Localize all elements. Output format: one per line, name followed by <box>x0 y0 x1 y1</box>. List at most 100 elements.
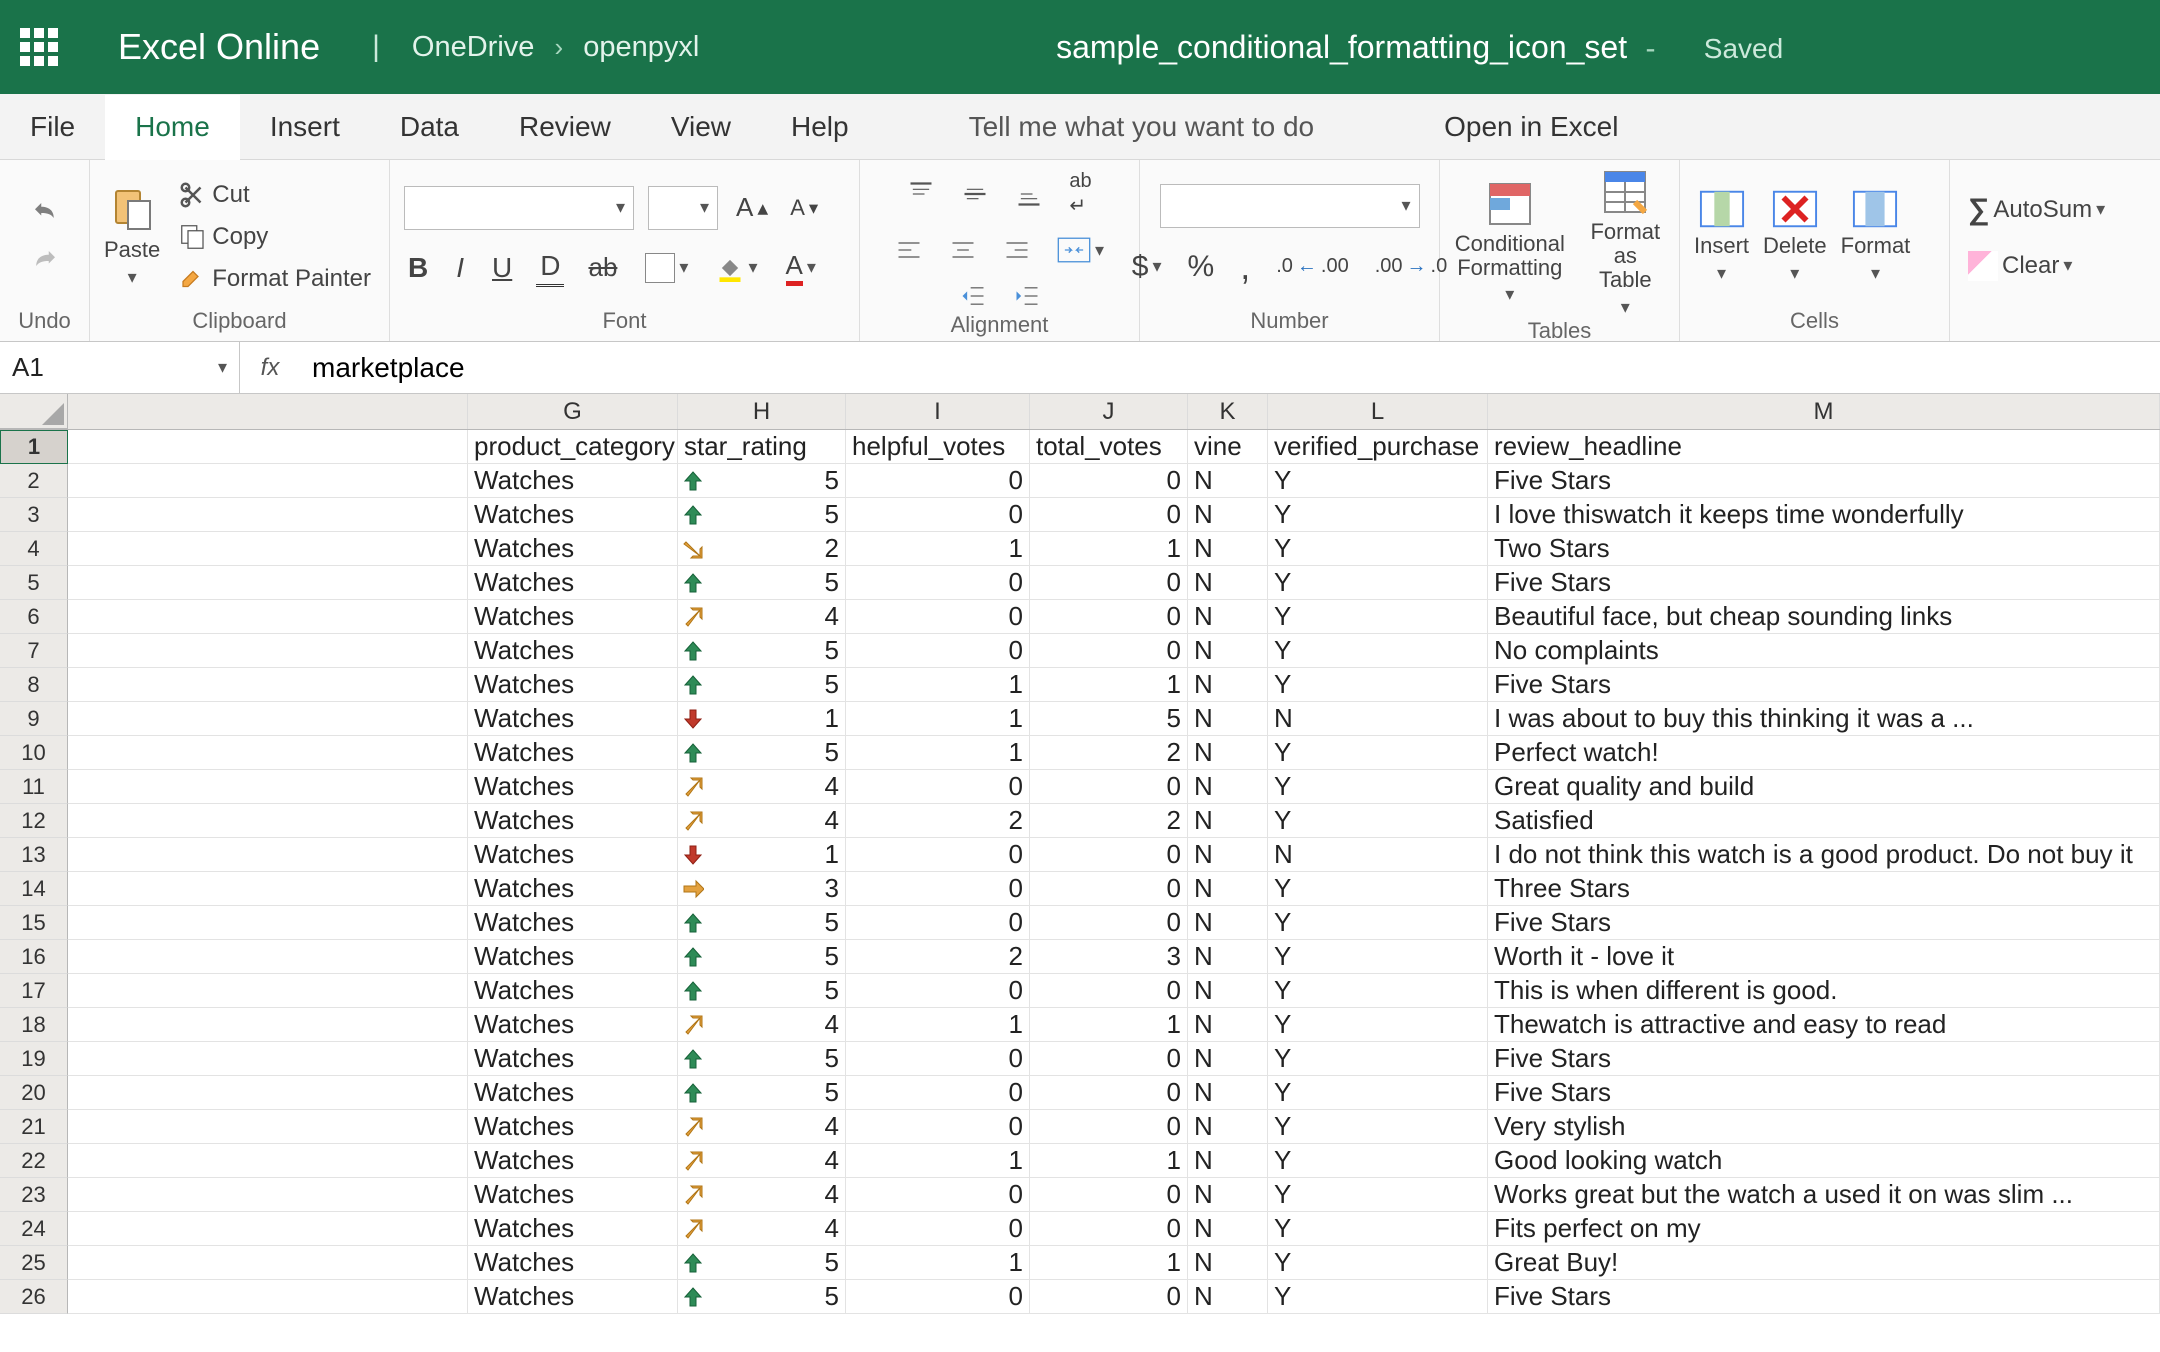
cell[interactable]: N <box>1188 906 1268 940</box>
cell[interactable] <box>68 940 468 974</box>
cell[interactable]: Thewatch is attractive and easy to read <box>1488 1008 2160 1042</box>
column-header[interactable]: I <box>846 394 1030 429</box>
increase-indent-button[interactable] <box>1009 280 1045 312</box>
align-middle-button[interactable] <box>957 178 993 210</box>
autosum-button[interactable]: ∑ AutoSum▾ <box>1964 191 2109 229</box>
cell[interactable]: N <box>1188 532 1268 566</box>
header-cell[interactable]: vine <box>1188 430 1268 464</box>
cell[interactable]: N <box>1188 1246 1268 1280</box>
cell[interactable]: 1 <box>1030 668 1188 702</box>
cell[interactable]: 1 <box>846 532 1030 566</box>
cell[interactable]: 0 <box>846 974 1030 1008</box>
cell[interactable]: 5 <box>678 1246 846 1280</box>
cell[interactable]: No complaints <box>1488 634 2160 668</box>
row-header[interactable]: 9 <box>0 702 68 736</box>
cell[interactable]: Y <box>1268 906 1488 940</box>
cell[interactable]: 4 <box>678 1008 846 1042</box>
row-header[interactable]: 8 <box>0 668 68 702</box>
cell[interactable]: I was about to buy this thinking it was … <box>1488 702 2160 736</box>
menu-data[interactable]: Data <box>370 94 489 159</box>
header-cell[interactable]: helpful_votes <box>846 430 1030 464</box>
font-size-select[interactable]: ▾ <box>648 186 718 230</box>
comma-button[interactable]: , <box>1236 244 1254 290</box>
cell[interactable]: 3 <box>678 872 846 906</box>
cell[interactable]: Five Stars <box>1488 464 2160 498</box>
row-header[interactable]: 10 <box>0 736 68 770</box>
percent-button[interactable]: % <box>1184 248 1219 286</box>
cell[interactable]: N <box>1188 668 1268 702</box>
cell[interactable]: Five Stars <box>1488 668 2160 702</box>
cell[interactable]: Watches <box>468 974 678 1008</box>
row-header[interactable]: 20 <box>0 1076 68 1110</box>
clear-button[interactable]: Clear▾ <box>1964 249 2076 283</box>
cell[interactable]: Watches <box>468 532 678 566</box>
cell[interactable]: 1 <box>846 702 1030 736</box>
app-launcher-icon[interactable] <box>20 28 58 66</box>
cell[interactable]: 0 <box>846 1110 1030 1144</box>
cell[interactable]: 2 <box>678 532 846 566</box>
cell[interactable]: 0 <box>846 1178 1030 1212</box>
cell[interactable]: 5 <box>678 464 846 498</box>
cell[interactable]: Watches <box>468 702 678 736</box>
cell[interactable]: Y <box>1268 974 1488 1008</box>
file-name[interactable]: sample_conditional_formatting_icon_set <box>1056 29 1627 65</box>
cell[interactable]: 4 <box>678 804 846 838</box>
cell[interactable]: N <box>1268 702 1488 736</box>
cell[interactable]: Watches <box>468 1008 678 1042</box>
cell[interactable]: N <box>1188 600 1268 634</box>
accounting-format-button[interactable]: $▾ <box>1128 248 1166 286</box>
cell[interactable]: Very stylish <box>1488 1110 2160 1144</box>
cell[interactable]: 1 <box>1030 532 1188 566</box>
cell[interactable]: Watches <box>468 1246 678 1280</box>
cell[interactable] <box>68 1042 468 1076</box>
cell[interactable]: 1 <box>846 1144 1030 1178</box>
cell[interactable]: N <box>1188 1042 1268 1076</box>
cell[interactable]: Five Stars <box>1488 1076 2160 1110</box>
cell[interactable]: 5 <box>678 1076 846 1110</box>
cell[interactable]: 0 <box>1030 1042 1188 1076</box>
cell[interactable]: N <box>1188 974 1268 1008</box>
row-header[interactable]: 18 <box>0 1008 68 1042</box>
cell[interactable] <box>68 498 468 532</box>
column-header[interactable]: J <box>1030 394 1188 429</box>
name-box[interactable]: A1 ▾ <box>0 342 240 393</box>
increase-decimal-button[interactable]: .0←.00 <box>1272 253 1353 280</box>
cell[interactable] <box>68 974 468 1008</box>
cell[interactable]: Y <box>1268 770 1488 804</box>
cell[interactable] <box>68 668 468 702</box>
cell[interactable]: 0 <box>846 464 1030 498</box>
cell[interactable]: 0 <box>846 906 1030 940</box>
menu-insert[interactable]: Insert <box>240 94 370 159</box>
conditional-formatting-button[interactable]: Conditional Formatting▾ <box>1454 180 1566 305</box>
cell[interactable]: N <box>1188 464 1268 498</box>
cell[interactable] <box>68 1110 468 1144</box>
cell[interactable]: N <box>1188 1280 1268 1314</box>
cell[interactable]: 1 <box>678 838 846 872</box>
cell[interactable] <box>68 1280 468 1314</box>
cell[interactable]: N <box>1188 736 1268 770</box>
cell[interactable]: Two Stars <box>1488 532 2160 566</box>
cell[interactable]: Y <box>1268 1110 1488 1144</box>
cell[interactable]: Watches <box>468 1110 678 1144</box>
row-header[interactable]: 19 <box>0 1042 68 1076</box>
cell[interactable]: 0 <box>846 1280 1030 1314</box>
cell[interactable]: 0 <box>846 1076 1030 1110</box>
cell[interactable]: N <box>1188 634 1268 668</box>
row-header[interactable]: 17 <box>0 974 68 1008</box>
tell-me-input[interactable]: Tell me what you want to do <box>939 94 1345 159</box>
cell[interactable]: 5 <box>678 566 846 600</box>
cell[interactable]: 4 <box>678 1110 846 1144</box>
cell[interactable]: 0 <box>1030 1212 1188 1246</box>
cell[interactable]: Watches <box>468 1076 678 1110</box>
cell[interactable]: Worth it - love it <box>1488 940 2160 974</box>
cell[interactable]: Watches <box>468 1280 678 1314</box>
cell[interactable]: 4 <box>678 1212 846 1246</box>
fx-icon[interactable]: fx <box>240 342 300 393</box>
cell[interactable] <box>68 532 468 566</box>
cell[interactable]: Y <box>1268 804 1488 838</box>
cell[interactable]: 2 <box>846 804 1030 838</box>
cell[interactable]: 0 <box>1030 872 1188 906</box>
cell[interactable]: 0 <box>846 1042 1030 1076</box>
cell[interactable]: Watches <box>468 668 678 702</box>
column-header[interactable]: G <box>468 394 678 429</box>
